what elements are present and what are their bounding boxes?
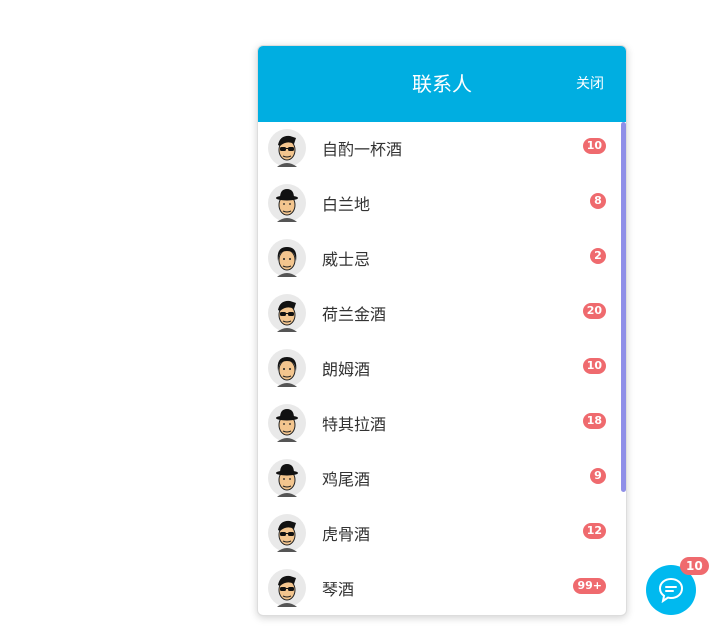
list-item[interactable]: 特其拉酒 18 bbox=[258, 397, 618, 452]
unread-badge: 10 bbox=[582, 358, 606, 374]
contact-name: 琴酒 bbox=[322, 580, 355, 599]
list-item[interactable]: 朗姆酒 10 bbox=[258, 342, 618, 397]
scrollbar[interactable] bbox=[621, 122, 626, 492]
panel-header: 联系人 关闭 bbox=[258, 46, 626, 122]
list-item[interactable]: 自酌一杯酒 10 bbox=[258, 122, 618, 177]
chat-bubble-icon bbox=[658, 577, 684, 603]
chat-unread-badge: 10 bbox=[680, 557, 709, 575]
hat-guy-icon bbox=[268, 459, 306, 497]
panel-title: 联系人 bbox=[412, 72, 472, 96]
contact-name: 荷兰金酒 bbox=[322, 305, 387, 324]
unread-badge: 10 bbox=[582, 138, 606, 154]
list-item[interactable]: 荷兰金酒 20 bbox=[258, 287, 618, 342]
list-item[interactable]: 鸡尾酒 9 bbox=[258, 452, 618, 507]
sunglasses-guy-icon bbox=[268, 294, 306, 332]
unread-badge: 18 bbox=[582, 413, 606, 429]
hat-guy-icon bbox=[268, 404, 306, 442]
sunglasses-guy-icon bbox=[268, 569, 306, 607]
list-item[interactable]: 威士忌 2 bbox=[258, 232, 618, 287]
sunglasses-guy-icon bbox=[268, 129, 306, 167]
contact-name: 朗姆酒 bbox=[322, 360, 371, 379]
unread-badge: 9 bbox=[590, 468, 606, 484]
close-button[interactable]: 关闭 bbox=[576, 46, 604, 122]
hat-guy-icon bbox=[268, 184, 306, 222]
list-item[interactable]: 白兰地 8 bbox=[258, 177, 618, 232]
sunglasses-guy-icon bbox=[268, 514, 306, 552]
curly-hair-guy-icon bbox=[268, 239, 306, 277]
list-item[interactable]: 虎骨酒 12 bbox=[258, 507, 618, 562]
list-item[interactable]: 琴酒 99+ bbox=[258, 562, 618, 615]
contact-list: 自酌一杯酒 10 白兰地 8 威士忌 2 荷兰金酒 20 朗姆酒 10 特其拉酒 18 鸡尾酒 9 虎骨酒 1… bbox=[258, 122, 626, 615]
curly-hair-guy-icon bbox=[268, 349, 306, 387]
unread-badge: 12 bbox=[582, 523, 606, 539]
unread-badge: 8 bbox=[590, 193, 606, 209]
unread-badge: 20 bbox=[582, 303, 606, 319]
unread-badge: 99+ bbox=[573, 578, 606, 594]
contacts-panel: 联系人 关闭 自酌一杯酒 10 白兰地 8 威士忌 2 荷兰金酒 20 朗姆酒 10 特其拉酒 18 鸡… bbox=[257, 45, 627, 616]
contact-name: 威士忌 bbox=[322, 250, 371, 269]
contact-name: 鸡尾酒 bbox=[322, 470, 371, 489]
contact-name: 虎骨酒 bbox=[322, 525, 371, 544]
unread-badge: 2 bbox=[590, 248, 606, 264]
contact-name: 自酌一杯酒 bbox=[322, 140, 403, 159]
contact-name: 白兰地 bbox=[322, 195, 371, 214]
contact-name: 特其拉酒 bbox=[322, 415, 387, 434]
